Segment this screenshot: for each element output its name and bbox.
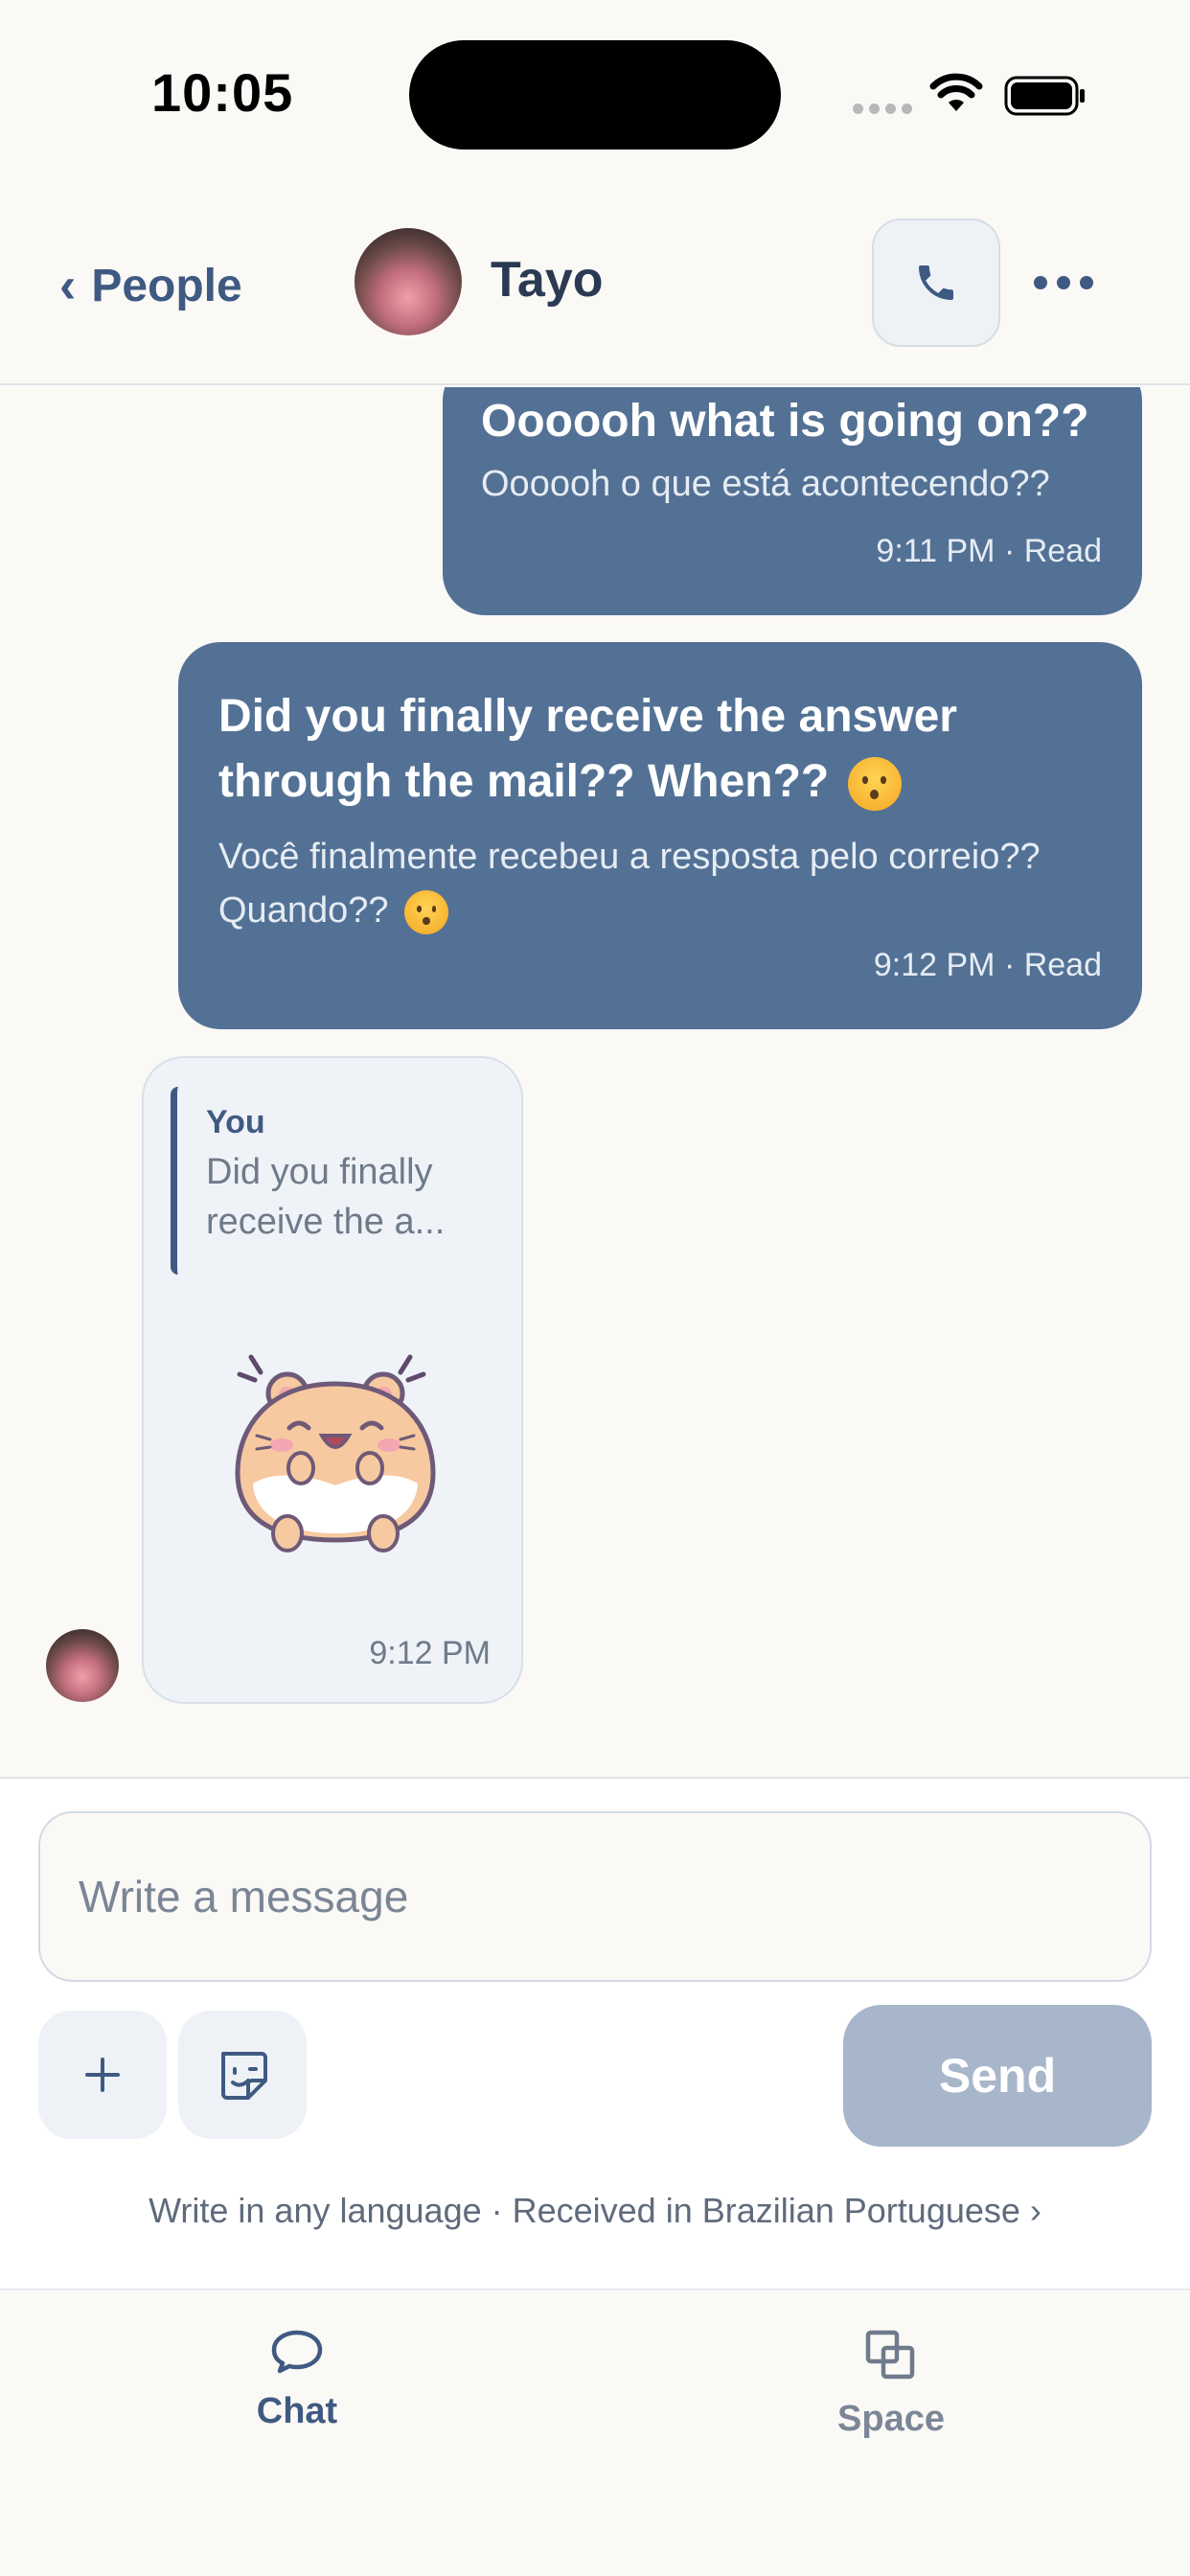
cellular-signal-icon [853,104,914,117]
dynamic-island [409,40,781,150]
send-button[interactable]: Send [843,2005,1152,2147]
hushed-face-emoji-icon [404,889,449,934]
sticker-icon [221,2052,267,2100]
contact-name[interactable]: Tayo [491,251,604,309]
message-list[interactable]: Oooooh what is going on?? Oooooh o que e… [0,387,1190,1777]
chat-header: ‹ People Tayo [0,182,1190,385]
space-icon [865,2330,915,2380]
message-status: 9:12 PM · Read [873,947,1102,983]
tab-label: Chat [256,2391,338,2431]
incoming-message[interactable]: You Did you finally receive the a... 9:1… [142,1056,523,1704]
sticker-button[interactable] [178,2011,307,2139]
more-horizontal-icon [1034,276,1047,289]
language-setting-link[interactable]: Write in any language · Received in Braz… [0,2191,1190,2231]
status-bar: 10:05 [0,0,1190,182]
quote-author: You [206,1104,265,1140]
tab-space[interactable]: Space [767,2327,1016,2440]
happy-hamster-sticker[interactable] [211,1315,460,1564]
tab-label: Space [837,2399,945,2439]
message-translation: Oooooh o que está acontecendo?? [481,464,1050,504]
plus-icon [85,2058,120,2092]
message-time: 9:12 PM [369,1635,491,1671]
chevron-left-icon: ‹ [59,258,77,313]
add-attachment-button[interactable] [38,2011,167,2139]
quoted-reply[interactable]: You Did you finally receive the a... [171,1087,496,1275]
call-button[interactable] [872,218,1000,347]
battery-icon [1004,76,1085,116]
quote-text: Did you finally receive the a... [206,1152,446,1242]
message-text: Did you finally receive the answer throu… [218,684,1081,815]
message-input[interactable] [38,1811,1152,1982]
sender-avatar[interactable] [46,1629,119,1702]
outgoing-message[interactable]: Did you finally receive the answer throu… [178,642,1142,1029]
phone-icon [919,265,953,300]
message-translation: Você finalmente recebeu a resposta pelo … [218,830,1042,937]
chevron-right-icon: › [1029,2191,1041,2230]
tab-chat[interactable]: Chat [172,2327,422,2432]
more-options-button[interactable] [1025,249,1102,316]
status-time: 10:05 [151,62,294,123]
chat-bubble-icon [271,2330,323,2374]
outgoing-message[interactable]: Oooooh what is going on?? Oooooh o que e… [443,387,1142,615]
back-button[interactable]: ‹ People [59,257,242,314]
hushed-face-emoji-icon [847,757,902,812]
composer: Send Write in any language · Received in… [0,1777,1190,2290]
back-label: People [91,260,242,311]
message-status: 9:11 PM · Read [876,533,1102,569]
tab-bar: Chat Space [0,2292,1190,2576]
message-text: Oooooh what is going on?? [481,396,1089,447]
contact-avatar[interactable] [355,228,462,335]
wifi-icon [929,73,983,111]
